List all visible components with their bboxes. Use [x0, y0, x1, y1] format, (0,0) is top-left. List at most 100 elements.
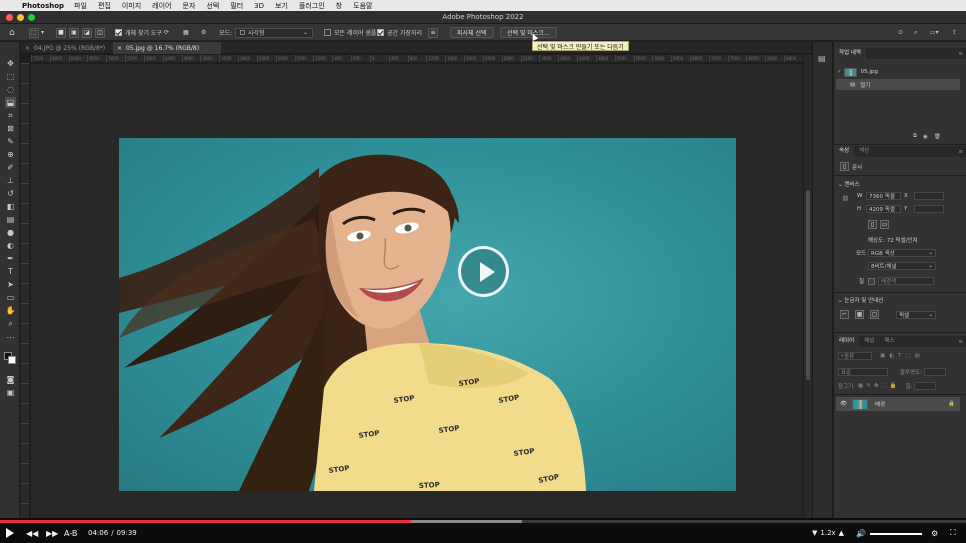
zoom-tool-icon[interactable]: ⌕ — [5, 318, 16, 329]
ruler-units-select[interactable]: 픽셀 ⌄ — [896, 310, 936, 319]
screen-mode-icon[interactable]: ▣ — [5, 387, 16, 398]
search-icon[interactable]: ⌕ — [914, 27, 917, 38]
guides-icon[interactable]: ▢ — [870, 310, 879, 319]
blur-tool-icon[interactable]: ● — [5, 227, 16, 238]
marquee-tool-icon[interactable]: ⬚ — [5, 71, 16, 82]
mode-select[interactable]: RGB 색상 ⌄ — [868, 249, 936, 257]
mode-select[interactable]: 사각형 ⌄ — [235, 27, 313, 38]
fill-select[interactable]: 배경색 — [878, 277, 934, 285]
canvas-section-header[interactable]: ⌄ 캔버스 — [838, 180, 860, 188]
intersect-selection-icon[interactable]: ◫ — [95, 27, 105, 38]
crop-tool-icon[interactable]: ⌗ — [5, 110, 16, 121]
move-tool-icon[interactable]: ✥ — [5, 58, 16, 69]
height-field[interactable]: 4209 픽셀 — [866, 205, 901, 213]
layer-kind-select[interactable]: ⌕ 종류 — [838, 352, 872, 360]
trash-icon[interactable]: 🗑 — [934, 134, 941, 140]
quick-mask-icon[interactable]: ◙ — [5, 374, 16, 385]
grid-icon[interactable]: ▦ — [855, 310, 864, 319]
menu-3d[interactable]: 3D — [254, 2, 264, 10]
tab-history[interactable]: 작업 내역 — [834, 48, 866, 59]
volume-slider[interactable] — [870, 533, 922, 535]
rewind-icon[interactable]: ◀◀ — [26, 527, 38, 539]
workspace-icon[interactable]: ▭▾ — [930, 27, 939, 38]
pen-tool-icon[interactable]: ✒ — [5, 253, 16, 264]
layer-row-background[interactable]: 👁 배경 🔒 — [836, 397, 960, 411]
tab-paths[interactable]: 패스 — [879, 336, 899, 347]
eyedropper-tool-icon[interactable]: ✎ — [5, 136, 16, 147]
new-document-from-state-icon[interactable]: ⧉ — [913, 133, 917, 140]
dodge-tool-icon[interactable]: ◐ — [5, 240, 16, 251]
menu-app-name[interactable]: Photoshop — [22, 2, 64, 10]
document-image[interactable]: STOP STOP STOP STOP STOP STOP STOP STOP … — [119, 138, 736, 491]
speed-down-icon[interactable]: ▼ — [812, 529, 817, 537]
menu-layer[interactable]: 레이어 — [152, 1, 171, 11]
menu-file[interactable]: 파일 — [74, 1, 87, 11]
new-selection-icon[interactable]: ■ — [56, 27, 66, 38]
history-snapshot-row[interactable]: ✓ 05.jpg — [837, 66, 961, 78]
close-tab-icon[interactable]: × — [25, 45, 30, 52]
select-and-mask-button[interactable]: 선택 및 마스크... — [500, 27, 557, 38]
blend-mode-select[interactable]: 표준 — [838, 368, 888, 376]
sample-all-layers-checkbox[interactable]: 모든 레이어 샘플링 — [324, 27, 382, 38]
eye-icon[interactable]: 👁 — [840, 401, 847, 407]
eraser-tool-icon[interactable]: ◧ — [5, 201, 16, 212]
comments-icon[interactable]: ▤ — [818, 54, 826, 63]
tab-04-jpg[interactable]: × 04.JPG @ 25% (RGB/8*) — [21, 42, 113, 54]
tab-properties[interactable]: 속성 — [834, 146, 855, 157]
horizontal-ruler[interactable]: 7200 6800 6400 6000 5600 5200 4800 4400 4000 3600… — [31, 55, 803, 63]
fill-swatch[interactable] — [868, 277, 875, 285]
tool-preset-picker[interactable]: ⬚ ▾ — [29, 27, 44, 38]
gear-icon[interactable]: ⚙ — [931, 527, 938, 539]
brush-tool-icon[interactable]: ✐ — [5, 162, 16, 173]
history-brush-tool-icon[interactable]: ↺ — [5, 188, 16, 199]
tab-05-jpg[interactable]: × 05.jpg @ 16.7% (RGB/8) — [113, 42, 221, 54]
type-tool-icon[interactable]: T — [5, 266, 16, 277]
gear-icon[interactable]: ⚙ — [201, 27, 206, 38]
share-icon[interactable]: ⇪ — [952, 27, 957, 38]
fill-field[interactable] — [914, 382, 937, 390]
brush-settings-icon[interactable]: ≡ — [428, 27, 438, 38]
background-color-swatch[interactable] — [8, 356, 16, 364]
menu-view[interactable]: 보기 — [275, 1, 288, 11]
healing-brush-tool-icon[interactable]: ⊕ — [5, 149, 16, 160]
menu-window[interactable]: 창 — [336, 1, 342, 11]
discover-icon[interactable]: ⊙ — [898, 27, 903, 38]
layer-filter-icons[interactable]: ▣◐T⬚▤ — [880, 353, 924, 359]
scrollbar-thumb[interactable] — [806, 190, 810, 380]
frame-tool-icon[interactable]: ⊠ — [5, 123, 16, 134]
camera-icon[interactable]: ◉ — [923, 134, 928, 140]
clone-stamp-tool-icon[interactable]: ⊥ — [5, 175, 16, 186]
bit-depth-select[interactable]: 8비트/채널 ⌄ — [868, 262, 936, 270]
refresh-icon[interactable]: ⟳ — [164, 27, 169, 38]
speed-control[interactable]: ▼ 1.2x ▲ — [812, 527, 844, 539]
lock-icons[interactable]: ▦✎✥⬚🔒 — [858, 383, 899, 389]
panel-menu-icon[interactable]: ≡ — [958, 51, 963, 57]
x-field[interactable] — [914, 192, 944, 200]
menu-filter[interactable]: 필터 — [230, 1, 243, 11]
link-icon[interactable]: ⛓ — [842, 196, 849, 202]
gradient-tool-icon[interactable]: ▤ — [5, 214, 16, 225]
y-field[interactable] — [914, 205, 944, 213]
speed-up-icon[interactable]: ▲ — [839, 529, 844, 537]
portrait-icon[interactable]: ▯ — [868, 220, 877, 229]
tab-layers[interactable]: 레이어 — [834, 336, 860, 347]
width-field[interactable]: 7360 픽셀 — [866, 192, 901, 200]
canvas-scrollbar[interactable] — [804, 55, 812, 518]
more-tools-icon[interactable]: ⋯ — [5, 332, 16, 343]
progress-played[interactable] — [0, 520, 411, 523]
video-play-overlay-button[interactable] — [458, 246, 509, 297]
ruler-corner-icon[interactable]: ⌐ — [840, 310, 849, 319]
panel-menu-icon[interactable]: ≡ — [958, 339, 963, 345]
object-selection-tool-icon[interactable]: ⬓ — [5, 97, 16, 108]
add-selection-icon[interactable]: ▣ — [69, 27, 79, 38]
fast-forward-icon[interactable]: ▶▶ — [46, 527, 58, 539]
vertical-ruler[interactable] — [21, 63, 30, 518]
menu-type[interactable]: 문자 — [183, 1, 196, 11]
menu-plugins[interactable]: 플러그인 — [299, 1, 325, 11]
show-objects-icon[interactable]: ▦ — [183, 27, 189, 38]
brush-source-icon[interactable]: ✓ — [837, 69, 842, 75]
object-finder-checkbox[interactable]: 개체 찾기 도구 — [115, 27, 162, 38]
path-selection-tool-icon[interactable]: ➤ — [5, 279, 16, 290]
fullscreen-icon[interactable]: ⛶ — [950, 527, 956, 539]
hard-edge-checkbox[interactable]: 공간 가장자리 — [377, 27, 422, 38]
